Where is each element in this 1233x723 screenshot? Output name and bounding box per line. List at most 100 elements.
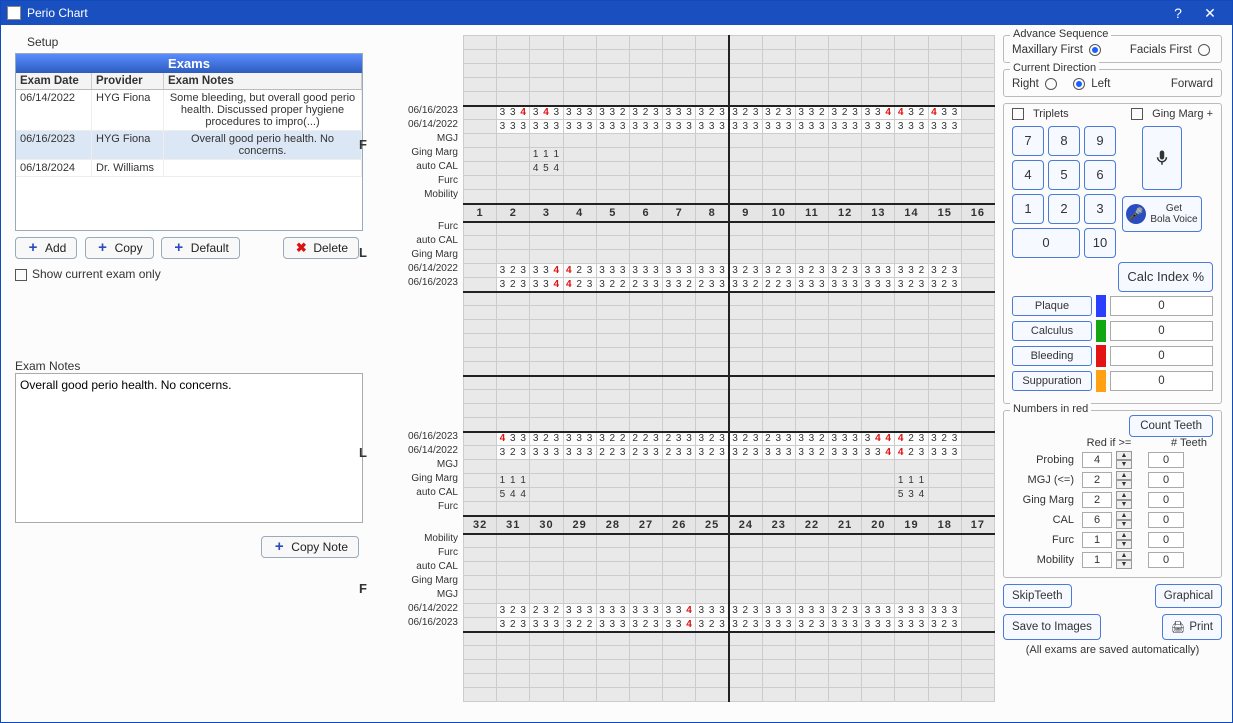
nr-label: Mobility [1012, 554, 1078, 566]
gingmarg-checkbox[interactable]: Ging Marg + [1131, 108, 1213, 120]
count-teeth-button[interactable]: Count Teeth [1129, 415, 1213, 437]
direction-left-radio[interactable]: Left [1070, 78, 1110, 90]
key-6[interactable]: 6 [1084, 160, 1116, 190]
row-label [373, 403, 461, 417]
spinner[interactable]: ▲▼ [1116, 511, 1132, 529]
graphical-button[interactable]: Graphical [1155, 584, 1222, 608]
row-label: Mobility [373, 189, 461, 203]
row-label [373, 333, 461, 347]
show-current-checkbox[interactable]: Show current exam only [15, 267, 363, 281]
print-button[interactable]: 🖨Print [1162, 614, 1222, 640]
spinner[interactable]: ▲▼ [1116, 451, 1132, 469]
facials-first-radio[interactable]: Facials First [1130, 44, 1213, 56]
calc-index-button[interactable]: Calc Index % [1118, 262, 1213, 292]
key-2[interactable]: 2 [1048, 194, 1080, 224]
nr-teeth-value: 0 [1148, 532, 1184, 548]
key-9[interactable]: 9 [1084, 126, 1116, 156]
row-label [373, 659, 461, 673]
exams-header: Exam Date Provider Exam Notes [16, 73, 362, 90]
row-label: 06/14/2022 [373, 119, 461, 133]
numbers-in-red-group: Numbers in red Count Teeth Red if >= # T… [1003, 410, 1222, 578]
nr-teeth-value: 0 [1148, 512, 1184, 528]
exam-row[interactable]: 06/18/2024Dr. Williams [16, 160, 362, 177]
key-7[interactable]: 7 [1012, 126, 1044, 156]
key-10[interactable]: 10 [1084, 228, 1116, 258]
index-bleeding-value: 0 [1110, 346, 1213, 366]
row-label: MGJ [373, 589, 461, 603]
nr-label: Probing [1012, 454, 1078, 466]
right-pane: Advance Sequence Maxillary First Facials… [1003, 35, 1222, 712]
row-label [373, 305, 461, 319]
nr-label: CAL [1012, 514, 1078, 526]
exam-row[interactable]: 06/14/2022HYG FionaSome bleeding, but ov… [16, 90, 362, 131]
swatch-icon [1096, 320, 1106, 342]
skip-teeth-button[interactable]: SkipTeeth [1003, 584, 1072, 608]
exam-notes-textarea[interactable] [15, 373, 363, 523]
nr-value-input[interactable]: 1 [1082, 532, 1112, 548]
row-label [373, 687, 461, 701]
nr-value-input[interactable]: 1 [1082, 552, 1112, 568]
row-label: 06/16/2023 [373, 431, 461, 445]
row-label [373, 631, 461, 645]
perio-table[interactable]: 3 3 43 4 33 3 33 3 23 2 33 3 33 2 33 2 3… [463, 35, 995, 702]
nr-teeth-value: 0 [1148, 452, 1184, 468]
mic-button[interactable] [1142, 126, 1182, 190]
nr-label: MGJ (<=) [1012, 474, 1078, 486]
row-label [373, 375, 461, 389]
row-label [373, 91, 461, 105]
advance-sequence-group: Advance Sequence Maxillary First Facials… [1003, 35, 1222, 63]
key-3[interactable]: 3 [1084, 194, 1116, 224]
col-provider: Provider [92, 73, 164, 89]
triplets-checkbox[interactable]: Triplets [1012, 108, 1069, 120]
spinner[interactable]: ▲▼ [1116, 551, 1132, 569]
spinner[interactable]: ▲▼ [1116, 471, 1132, 489]
key-0[interactable]: 0 [1012, 228, 1080, 258]
index-plaque-value: 0 [1110, 296, 1213, 316]
nr-value-input[interactable]: 2 [1082, 492, 1112, 508]
row-label: auto CAL [373, 487, 461, 501]
row-label: Furc [373, 175, 461, 189]
row-label: MGJ [373, 459, 461, 473]
delete-button[interactable]: ✖Delete [283, 237, 359, 259]
index-plaque-button[interactable]: Plaque [1012, 296, 1092, 316]
key-5[interactable]: 5 [1048, 160, 1080, 190]
index-calculus-button[interactable]: Calculus [1012, 321, 1092, 341]
numteeth-label: # Teeth [1165, 437, 1213, 449]
plus-icon: + [172, 241, 186, 255]
row-label [373, 645, 461, 659]
nr-label: Furc [1012, 534, 1078, 546]
add-button[interactable]: +Add [15, 237, 77, 259]
index-bleeding-button[interactable]: Bleeding [1012, 346, 1092, 366]
swatch-icon [1096, 345, 1106, 367]
exams-title: Exams [16, 54, 362, 73]
direction-right-radio[interactable]: Right [1012, 78, 1060, 90]
maxillary-first-radio[interactable]: Maxillary First [1012, 44, 1104, 56]
exam-row[interactable]: 06/16/2023HYG FionaOverall good perio he… [16, 131, 362, 160]
copy-note-button[interactable]: +Copy Note [261, 536, 359, 558]
nr-value-input[interactable]: 2 [1082, 472, 1112, 488]
keypad-group: Triplets Ging Marg + 7 8 9 4 5 6 1 2 3 0… [1003, 103, 1222, 404]
spinner[interactable]: ▲▼ [1116, 491, 1132, 509]
key-1[interactable]: 1 [1012, 194, 1044, 224]
nr-legend: Numbers in red [1010, 403, 1091, 415]
row-label: 06/14/2022 [373, 445, 461, 459]
index-suppuration-button[interactable]: Suppuration [1012, 371, 1092, 391]
side-label-L2: L [359, 445, 367, 460]
printer-icon: 🖨 [1171, 620, 1186, 634]
help-button[interactable]: ? [1162, 5, 1194, 21]
key-4[interactable]: 4 [1012, 160, 1044, 190]
close-button[interactable]: ✕ [1194, 5, 1226, 22]
bola-voice-button[interactable]: 🎤 GetBola Voice [1122, 196, 1202, 232]
nr-value-input[interactable]: 6 [1082, 512, 1112, 528]
row-label [373, 203, 461, 221]
row-label: 06/16/2023 [373, 617, 461, 631]
exams-grid: Exams Exam Date Provider Exam Notes 06/1… [15, 53, 363, 231]
save-to-images-button[interactable]: Save to Images [1003, 614, 1101, 640]
spinner[interactable]: ▲▼ [1116, 531, 1132, 549]
nr-value-input[interactable]: 4 [1082, 452, 1112, 468]
current-direction-group: Current Direction Right Left Forward [1003, 69, 1222, 97]
copy-button[interactable]: +Copy [85, 237, 154, 259]
key-8[interactable]: 8 [1048, 126, 1080, 156]
swatch-icon [1096, 295, 1106, 317]
default-button[interactable]: +Default [161, 237, 240, 259]
